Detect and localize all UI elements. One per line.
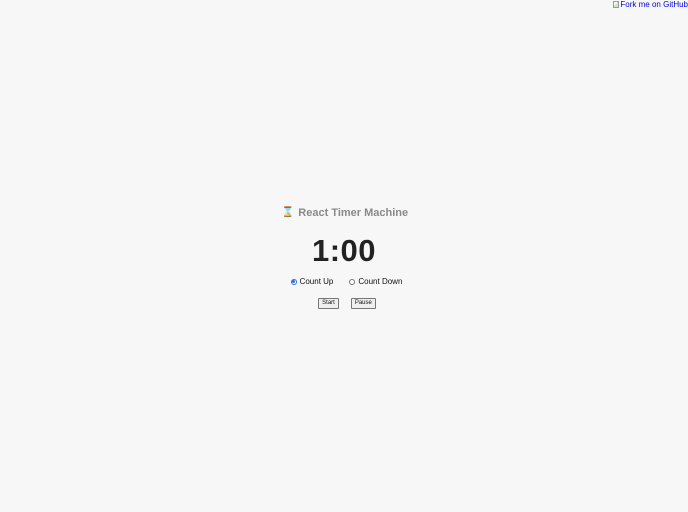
timer-display: 1:00 — [311, 233, 377, 268]
count-down-label: Count Down — [358, 277, 403, 286]
count-up-option[interactable]: Count Up — [290, 277, 334, 286]
timer-app: ⌛ React Timer Machine 1:00 Count Up Coun… — [0, 206, 688, 309]
broken-image-icon — [613, 1, 620, 8]
fork-me-on-github-link[interactable]: Fork me on GitHub — [613, 0, 688, 9]
count-up-label: Count Up — [299, 277, 334, 286]
count-down-radio[interactable] — [349, 278, 356, 285]
app-title-text: React Timer Machine — [298, 207, 409, 219]
pause-button[interactable]: Pause — [350, 298, 376, 309]
page: Fork me on GitHub ⌛ React Timer Machine … — [0, 0, 688, 512]
count-down-option[interactable]: Count Down — [349, 277, 402, 286]
timer-controls: Start Pause — [318, 298, 376, 309]
fork-link-label: Fork me on GitHub — [620, 0, 688, 9]
start-button[interactable]: Start — [318, 298, 339, 309]
hourglass-icon: ⌛ — [281, 207, 295, 218]
mode-selector: Count Up Count Down — [290, 277, 402, 286]
app-title: ⌛ React Timer Machine — [282, 206, 408, 220]
count-up-radio[interactable] — [290, 278, 297, 285]
